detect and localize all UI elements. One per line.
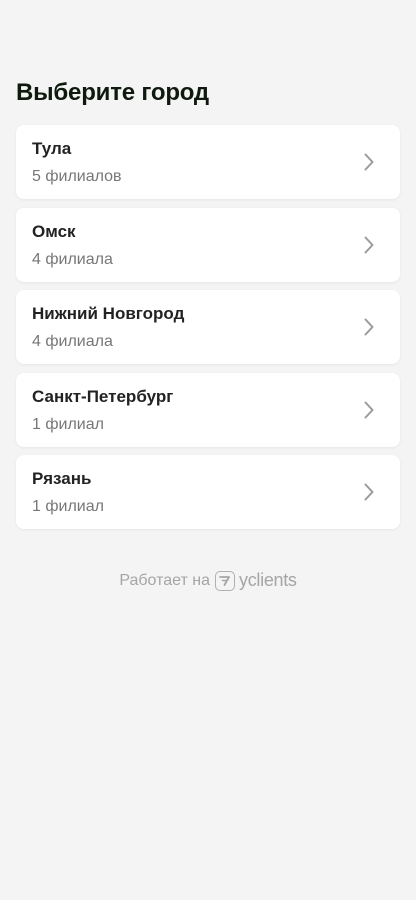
- city-name: Санкт-Петербург: [32, 386, 174, 406]
- chevron-right-icon: [364, 236, 374, 253]
- city-item-tula[interactable]: Тула 5 филиалов: [16, 125, 400, 199]
- powered-by-label: Работает на: [119, 571, 211, 589]
- yclients-brand: yclients: [239, 570, 297, 590]
- yclients-logo-icon: [215, 570, 236, 591]
- chevron-right-icon: [364, 401, 374, 418]
- city-item-ryazan[interactable]: Рязань 1 филиал: [16, 455, 400, 529]
- city-name: Омск: [32, 221, 76, 241]
- chevron-right-icon: [364, 318, 374, 336]
- chevron-right-icon: [364, 153, 374, 171]
- city-name: Тула: [32, 139, 72, 158]
- city-name: Нижний Новгород: [32, 304, 185, 323]
- city-item-saint-petersburg[interactable]: Санкт-Петербург 1 филиал: [16, 372, 400, 447]
- city-selection-page: Выберите город Тула 5 филиалов Омск 4 фи…: [0, 0, 416, 900]
- chevron-right-icon: [364, 483, 374, 501]
- branch-count: 5 филиалов: [32, 168, 122, 185]
- branch-count: 1 филиал: [32, 415, 104, 433]
- branch-count: 4 филиала: [32, 333, 113, 350]
- page-title: Выберите город: [16, 79, 209, 106]
- city-item-nizhny-novgorod[interactable]: Нижний Новгород 4 филиала: [16, 290, 400, 364]
- branch-count: 4 филиала: [32, 250, 113, 268]
- city-name: Рязань: [32, 469, 92, 488]
- city-list: Тула 5 филиалов Омск 4 филиала Нижний Но…: [16, 125, 400, 538]
- city-item-omsk[interactable]: Омск 4 филиала: [16, 207, 400, 282]
- branch-count: 1 филиал: [32, 498, 104, 515]
- powered-by-footer[interactable]: Работает на yclients: [0, 570, 416, 591]
